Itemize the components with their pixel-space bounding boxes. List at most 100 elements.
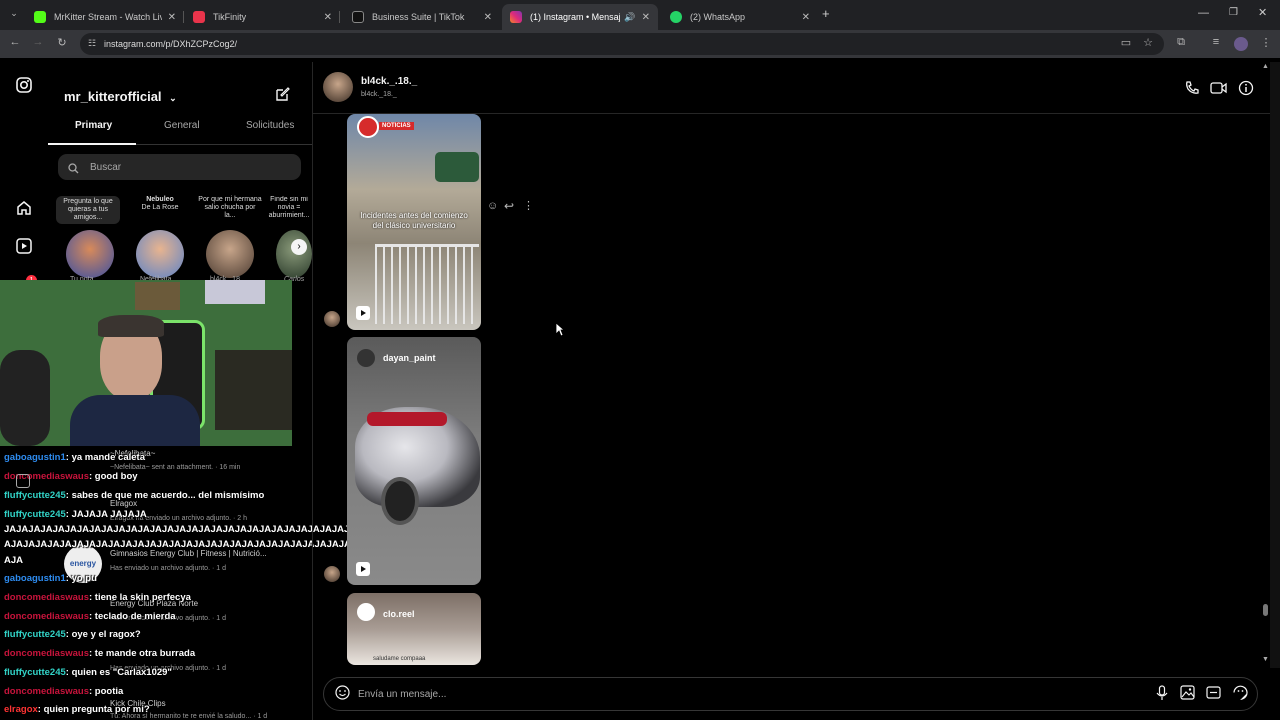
avatar[interactable]: [276, 230, 312, 278]
profile-avatar[interactable]: [1234, 37, 1248, 51]
restore-icon[interactable]: ❐: [1229, 7, 1238, 18]
gif-icon[interactable]: [1206, 685, 1221, 705]
menu-icon[interactable]: ⋮: [1259, 36, 1273, 49]
car-accent: [367, 412, 447, 426]
search-icon: [68, 161, 79, 179]
shared-post[interactable]: dayan_paint: [347, 337, 481, 585]
mouse-cursor: [555, 322, 566, 342]
account-username[interactable]: mr_kitterofficial ⌄: [64, 89, 177, 104]
chat-text: AJA: [4, 555, 24, 566]
tikfinity-favicon-icon: [193, 11, 205, 23]
back-icon[interactable]: ←: [8, 36, 22, 48]
avatar[interactable]: [66, 230, 114, 278]
reel-caption: Incidentes antes del comienzo del clásic…: [360, 211, 468, 230]
whatsapp-favicon-icon: [670, 11, 682, 23]
image-upload-icon[interactable]: [1180, 685, 1195, 705]
close-tab-icon[interactable]: ✕: [324, 12, 332, 23]
extensions-icon[interactable]: ⧉: [1174, 36, 1188, 49]
stream-chat-message: JAJAJAJAJAJAJAJAJAJAJAJAJAJAJAJAJAJAJAJA…: [4, 524, 386, 535]
conversation-name[interactable]: bl4ck._.18._: [361, 76, 417, 87]
post-author: dayan_paint: [383, 353, 436, 363]
microphone-icon[interactable]: [1155, 685, 1169, 706]
thread-preview: ~Nefelibata~ sent an attachment. · 16 mi…: [110, 464, 241, 471]
stream-chat-message: doncomediaswaus: te mande otra burrada: [4, 648, 195, 659]
stream-chat-message: gaboagustin1: yo pu: [4, 573, 97, 584]
tab-general[interactable]: General: [164, 120, 200, 131]
stream-chat-message: fluffycutte245: quien es "Carlax1029": [4, 667, 172, 678]
wall-frame: [135, 282, 180, 310]
browser-tab[interactable]: TikFinity ✕: [185, 4, 340, 30]
avatar[interactable]: [136, 230, 184, 278]
car: [435, 152, 479, 182]
site-info-icon[interactable]: ☷: [88, 38, 96, 49]
chat-username: doncomediaswaus: [4, 686, 89, 697]
chat-username: fluffycutte245: [4, 667, 66, 678]
emoji-icon[interactable]: [335, 685, 350, 705]
avatar[interactable]: [324, 311, 340, 327]
close-tab-icon[interactable]: ✕: [802, 12, 810, 23]
tab-groups-icon[interactable]: ≡: [1209, 36, 1223, 48]
search-input[interactable]: Buscar: [58, 154, 301, 180]
scroll-up-icon[interactable]: ▲: [1262, 63, 1269, 70]
new-message-icon[interactable]: [275, 86, 291, 107]
chat-username: doncomediaswaus: [4, 611, 89, 622]
stream-chat-message: fluffycutte245: sabes de que me acuerdo.…: [4, 490, 264, 501]
forward-icon[interactable]: →: [31, 36, 45, 48]
browser-tab[interactable]: Business Suite | TikTok ✕: [344, 4, 500, 30]
install-app-icon[interactable]: ▭: [1119, 36, 1133, 49]
home-icon[interactable]: [15, 200, 33, 218]
chat-text: : tiene la skin perfecya: [89, 592, 191, 603]
message-input[interactable]: Envía un mensaje...: [323, 677, 1258, 711]
video-call-icon[interactable]: [1210, 80, 1227, 101]
stream-chat-message: doncomediaswaus: teclado de mierda: [4, 611, 176, 622]
scrollbar-thumb[interactable]: [1263, 604, 1268, 616]
stream-chat-message: fluffycutte245: oye y el ragox?: [4, 629, 141, 640]
new-tab-button[interactable]: +: [822, 6, 830, 21]
note-bubble[interactable]: Nebuleo De La Rose: [128, 196, 192, 212]
close-tab-icon[interactable]: ✕: [642, 12, 650, 23]
reload-icon[interactable]: ↻: [55, 36, 69, 49]
tab-requests[interactable]: Solicitudes: [246, 120, 294, 131]
more-options-icon[interactable]: ⋮: [523, 199, 534, 212]
shared-reel[interactable]: NOTICIAS Incidentes antes del comienzo d…: [347, 114, 481, 330]
reply-icon[interactable]: ↩: [504, 199, 514, 213]
chat-text: : quien es "Carlax1029": [65, 667, 172, 678]
chat-text: : quien pregunta por mi?: [37, 704, 150, 715]
chat-username: fluffycutte245: [4, 490, 66, 501]
avatar[interactable]: [206, 230, 254, 278]
note-bubble[interactable]: Pregunta lo que quieras a tus amigos...: [56, 196, 120, 224]
scroll-down-icon[interactable]: ▼: [1262, 656, 1269, 663]
sticker-icon[interactable]: [1233, 685, 1248, 705]
browser-tab-active[interactable]: (1) Instagram • Mensajes 🔊 ✕: [502, 4, 658, 30]
conversation-handle: bl4ck._18._: [361, 91, 397, 98]
next-notes-icon[interactable]: ›: [291, 239, 307, 255]
chat-username: fluffycutte245: [4, 509, 66, 520]
instagram-logo-icon[interactable]: [15, 77, 33, 95]
react-emoji-icon[interactable]: ☺: [487, 200, 498, 212]
speaker-icon[interactable]: 🔊: [624, 12, 635, 23]
browser-tab[interactable]: MrKitter Stream - Watch Live o... ✕: [26, 4, 184, 30]
reels-icon[interactable]: [15, 238, 33, 256]
avatar[interactable]: [323, 72, 353, 102]
shared-post[interactable]: clo.reel saludame compaaa: [347, 593, 481, 665]
close-tab-icon[interactable]: ✕: [168, 12, 176, 23]
note-bubble[interactable]: Finde sin mi novia = aburrimient...: [266, 196, 312, 220]
close-window-icon[interactable]: ✕: [1258, 6, 1267, 19]
bookmark-star-icon[interactable]: ☆: [1141, 36, 1155, 49]
thread-name[interactable]: Gimnasios Energy Club | Fitness | Nutric…: [110, 549, 267, 558]
info-icon[interactable]: [1238, 80, 1254, 101]
browser-tab[interactable]: (2) WhatsApp ✕: [662, 4, 818, 30]
phone-icon[interactable]: [1184, 80, 1200, 101]
tab-search-icon[interactable]: ⌄: [8, 8, 20, 20]
reel-play-icon: [355, 305, 371, 321]
tab-primary[interactable]: Primary: [75, 120, 112, 131]
streamer-body: [70, 395, 200, 446]
close-tab-icon[interactable]: ✕: [484, 12, 492, 23]
note-bubble[interactable]: Por que mi hermana salio chucha por la..…: [198, 196, 262, 220]
address-bar[interactable]: ☷ instagram.com/p/DXhZCPzCog2/: [80, 33, 1164, 55]
scrollbar-track[interactable]: [1270, 62, 1280, 668]
avatar[interactable]: [324, 566, 340, 582]
news-tag: NOTICIAS: [379, 122, 414, 130]
minimize-icon[interactable]: —: [1198, 7, 1209, 19]
chat-text: : JAJAJA JAJAJA: [65, 509, 147, 520]
